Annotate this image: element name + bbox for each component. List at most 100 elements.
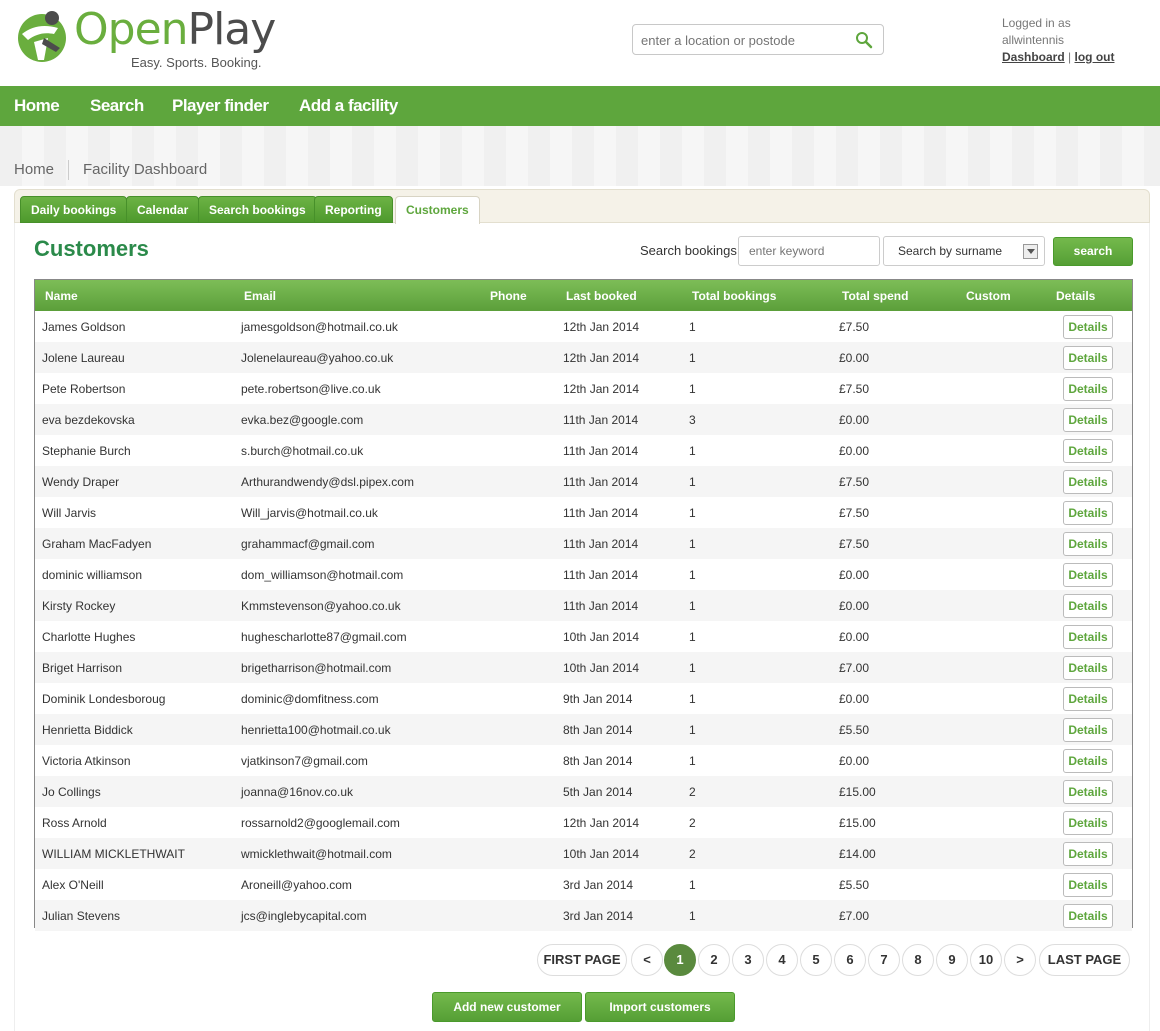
cell-name: Graham MacFadyen [42,536,152,551]
cell-total-spend: £7.50 [839,319,870,334]
col-name[interactable]: Name [35,280,234,311]
cell-name: Victoria Atkinson [42,753,131,768]
cell-name: Ross Arnold [42,815,107,830]
page-10-button[interactable]: 10 [970,944,1002,976]
username: allwintennis [1002,33,1065,47]
cell-phone [480,900,556,931]
nav-player-finder[interactable]: Player finder [172,96,269,116]
table-row: Stephanie Burch s.burch@hotmail.co.uk 11th… [35,435,1132,466]
cell-phone [480,683,556,714]
cell-last-booked: 3rd Jan 2014 [563,877,634,892]
keyword-input[interactable] [738,236,880,266]
details-button[interactable]: Details [1063,655,1113,680]
page-4-button[interactable]: 4 [766,944,798,976]
cell-details: Details [1046,435,1132,466]
details-button[interactable]: Details [1063,438,1113,463]
page-6-button[interactable]: 6 [834,944,866,976]
cell-total-spend: £0.00 [839,412,870,427]
page-5-button[interactable]: 5 [800,944,832,976]
details-button[interactable]: Details [1063,314,1113,339]
search-button[interactable]: search [1053,237,1133,266]
cell-name: Charlotte Hughes [42,629,136,644]
cell-details: Details [1046,466,1132,497]
table-row: Wendy Draper Arthurandwendy@dsl.pipex.com… [35,466,1132,497]
col-custom[interactable]: Custom [956,280,1046,311]
details-button[interactable]: Details [1063,903,1113,928]
page-8-button[interactable]: 8 [902,944,934,976]
cell-custom [956,652,1046,683]
next-page-button[interactable]: > [1004,944,1036,976]
page-3-button[interactable]: 3 [732,944,764,976]
nav-home[interactable]: Home [14,96,60,116]
breadcrumb: Home Facility Dashboard [14,160,207,180]
cell-details: Details [1046,311,1132,342]
table-row: WILLIAM MICKLETHWAIT wmicklethwait@hotmai… [35,838,1132,869]
logo-wordmark: OpenPlay [74,4,276,55]
cell-details: Details [1046,342,1132,373]
cell-total-spend: £0.00 [839,567,870,582]
tab-search-bookings[interactable]: Search bookings [198,196,317,223]
details-button[interactable]: Details [1063,376,1113,401]
col-phone[interactable]: Phone [480,280,556,311]
details-button[interactable]: Details [1063,779,1113,804]
details-button[interactable]: Details [1063,593,1113,618]
page-7-button[interactable]: 7 [868,944,900,976]
page-9-button[interactable]: 9 [936,944,968,976]
details-button[interactable]: Details [1063,686,1113,711]
table-row: Briget Harrison brigetharrison@hotmail.co… [35,652,1132,683]
details-button[interactable]: Details [1063,717,1113,742]
cell-custom [956,497,1046,528]
details-button[interactable]: Details [1063,500,1113,525]
breadcrumb-home[interactable]: Home [14,161,54,178]
cell-name: Julian Stevens [42,908,121,923]
first-page-button[interactable]: FIRST PAGE [537,944,627,976]
tab-calendar[interactable]: Calendar [126,196,200,223]
cell-email: joanna@16nov.co.uk [241,784,354,799]
logout-link[interactable]: log out [1075,50,1115,64]
page-1-button[interactable]: 1 [664,944,696,976]
last-page-button[interactable]: LAST PAGE [1039,944,1130,976]
col-email[interactable]: Email [234,280,480,311]
chevron-down-icon [1023,244,1038,259]
prev-page-button[interactable]: < [631,944,663,976]
cell-name: eva bezdekovska [42,412,135,427]
nav-add-facility[interactable]: Add a facility [299,96,398,116]
tab-reporting[interactable]: Reporting [314,196,393,223]
import-customers-button[interactable]: Import customers [585,992,735,1022]
col-total-bookings[interactable]: Total bookings [682,280,832,311]
col-last-booked[interactable]: Last booked [556,280,682,311]
cell-total-bookings: 1 [689,319,696,334]
details-button[interactable]: Details [1063,624,1113,649]
details-button[interactable]: Details [1063,345,1113,370]
details-button[interactable]: Details [1063,531,1113,556]
cell-total-spend: £7.50 [839,474,870,489]
details-button[interactable]: Details [1063,872,1113,897]
cell-details: Details [1046,590,1132,621]
table-row: Graham MacFadyen grahammacf@gmail.com 11th… [35,528,1132,559]
tab-daily-bookings[interactable]: Daily bookings [20,196,128,223]
cell-name: James Goldson [42,319,126,334]
dashboard-link[interactable]: Dashboard [1002,50,1065,64]
cell-total-bookings: 1 [689,629,696,644]
page-2-button[interactable]: 2 [698,944,730,976]
location-search-input[interactable] [641,31,841,49]
cell-details: Details [1046,528,1132,559]
details-button[interactable]: Details [1063,407,1113,432]
details-button[interactable]: Details [1063,469,1113,494]
cell-total-bookings: 2 [689,784,696,799]
cell-custom [956,776,1046,807]
details-button[interactable]: Details [1063,841,1113,866]
details-button[interactable]: Details [1063,562,1113,587]
nav-search[interactable]: Search [90,96,144,116]
search-icon[interactable] [855,31,873,49]
col-total-spend[interactable]: Total spend [832,280,956,311]
cell-total-bookings: 1 [689,505,696,520]
cell-email: hughescharlotte87@gmail.com [241,629,407,644]
search-type-select[interactable]: Search by surname [883,236,1045,266]
openplay-logo[interactable]: OpenPlay Easy. Sports. Booking. [14,4,294,76]
details-button[interactable]: Details [1063,748,1113,773]
tab-customers[interactable]: Customers [395,196,480,224]
add-customer-button[interactable]: Add new customer [432,992,582,1022]
cell-name: Briget Harrison [42,660,123,675]
details-button[interactable]: Details [1063,810,1113,835]
